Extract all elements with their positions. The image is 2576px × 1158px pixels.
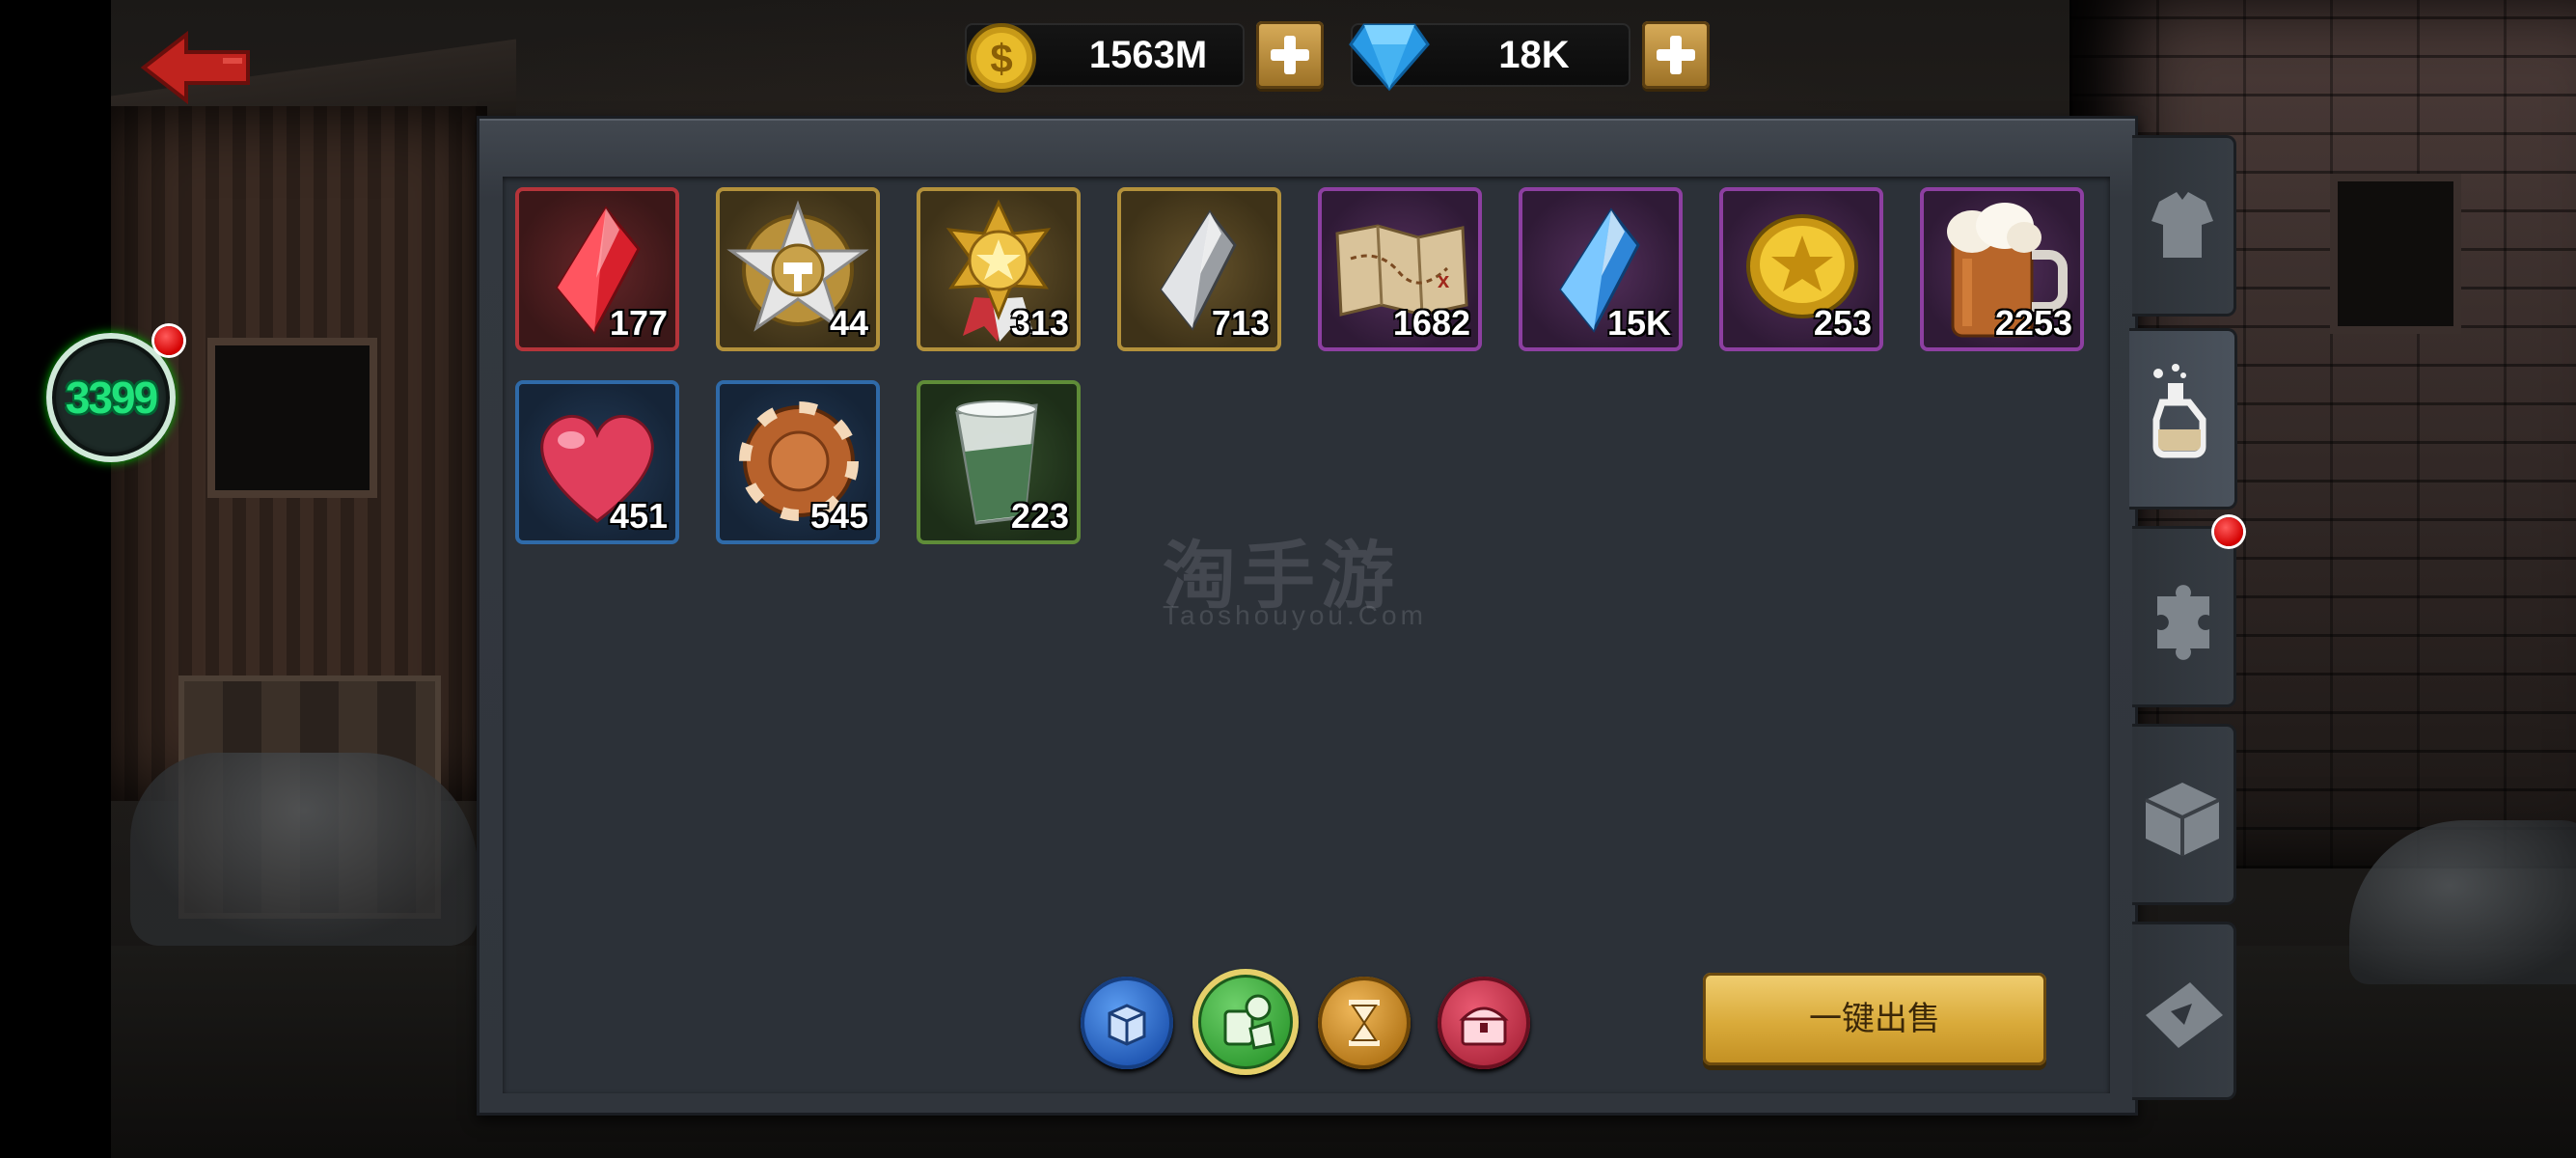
svg-text:x: x (1438, 268, 1450, 292)
item-treasure-map[interactable]: x 1682 (1318, 187, 1482, 351)
item-count: 1682 (1392, 303, 1470, 343)
consumable-icon (1223, 994, 1275, 1050)
house-window (207, 338, 377, 498)
item-silver-star-hammer-medal[interactable]: 44 (716, 187, 880, 351)
item-count: 253 (1813, 303, 1872, 343)
timer-filter-button[interactable] (1318, 977, 1411, 1069)
item-red-crystal[interactable]: 177 (515, 187, 679, 351)
back-button[interactable] (140, 29, 256, 106)
item-bronze-chip[interactable]: 545 (716, 380, 880, 544)
add-gold-button[interactable] (1256, 21, 1324, 89)
svg-text:$: $ (990, 36, 1012, 81)
sell-all-button[interactable]: 一键出售 (1703, 973, 2046, 1065)
package-icon (1108, 1004, 1146, 1046)
level-notification-dot (154, 326, 183, 355)
ticket-icon (2146, 982, 2223, 1048)
gold-amount: 1563M (1088, 34, 1208, 76)
consumable-filter-button[interactable] (1192, 969, 1299, 1075)
fragments-notification-dot (2214, 517, 2243, 546)
add-gems-button[interactable] (1642, 21, 1710, 89)
item-count: 177 (609, 303, 668, 343)
box-icon (2145, 783, 2220, 856)
item-count: 44 (829, 303, 868, 343)
back-arrow-icon (140, 30, 250, 105)
wrecked-car-left (130, 753, 478, 946)
item-gold-star-medal[interactable]: 313 (917, 187, 1081, 351)
player-level: 3399 (65, 372, 158, 423)
watermark-url: Taoshouyou.Com (1163, 600, 1427, 630)
brick-window (2330, 174, 2461, 334)
sell-all-label: 一键出售 (1809, 1000, 1940, 1038)
item-count: 313 (1010, 303, 1069, 343)
tab-tickets[interactable] (2132, 922, 2236, 1100)
chest-filter-button[interactable] (1438, 977, 1530, 1069)
tab-consumables[interactable] (2129, 328, 2237, 510)
item-blue-crystal[interactable]: 15K (1519, 187, 1683, 351)
gold-coin-icon: $ (967, 23, 1036, 93)
item-count: 713 (1211, 303, 1270, 343)
item-shot-glass[interactable]: 223 (917, 380, 1081, 544)
item-count: 223 (1010, 496, 1069, 536)
diamond-icon (1349, 23, 1430, 92)
item-count: 545 (809, 496, 868, 536)
tab-fragments[interactable] (2132, 526, 2236, 707)
puzzle-icon (2157, 585, 2209, 660)
tab-materials[interactable] (2132, 724, 2236, 905)
shirt-icon (2151, 192, 2213, 258)
package-filter-button[interactable] (1081, 977, 1173, 1069)
item-count: 15K (1606, 303, 1671, 343)
tab-equipment[interactable] (2132, 135, 2236, 317)
hourglass-icon (1349, 1000, 1380, 1046)
potion-icon (2152, 364, 2206, 458)
item-count: 2253 (1994, 303, 2072, 343)
item-gold-star-coin[interactable]: 253 (1719, 187, 1883, 351)
item-count: 451 (609, 496, 668, 536)
item-silver-crystal[interactable]: 713 (1117, 187, 1281, 351)
gems-amount: 18K (1498, 34, 1570, 76)
item-beer-mug[interactable]: 2253 (1920, 187, 2084, 351)
chest-icon (1459, 1006, 1509, 1046)
player-level-badge[interactable]: 3399 (46, 333, 176, 462)
item-pink-heart[interactable]: 451 (515, 380, 679, 544)
